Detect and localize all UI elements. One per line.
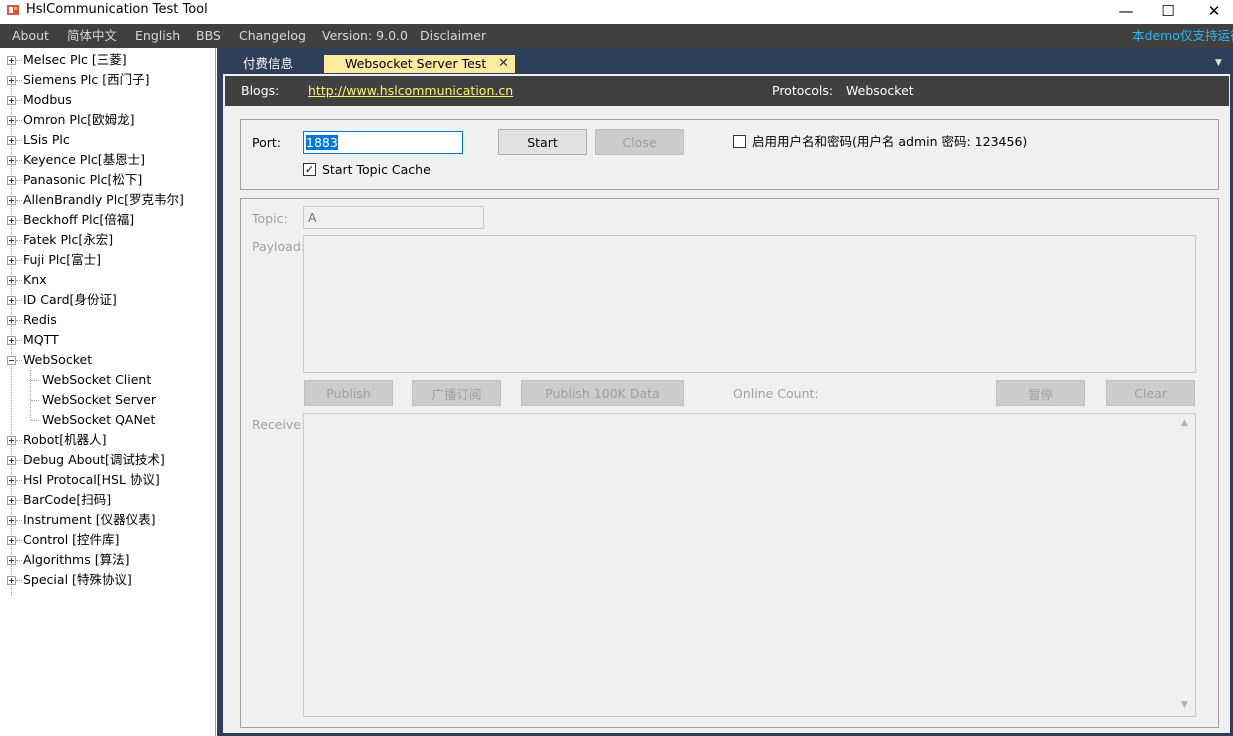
tree-node-ws-qanet[interactable]: WebSocket QANet <box>0 410 215 430</box>
tab-websocket-server-test[interactable]: Websocket Server Test <box>324 55 515 73</box>
tree-node-barcode[interactable]: BarCode[扫码] <box>0 490 215 510</box>
blogs-label: Blogs: <box>241 83 280 98</box>
topic-input[interactable]: A <box>303 206 484 229</box>
expand-icon[interactable] <box>7 256 16 265</box>
menu-notice: 本demo仅支持运行 <box>1132 28 1233 43</box>
protocols-label: Protocols: <box>772 83 834 98</box>
title-bar: HslCommunication Test Tool — ☐ ✕ <box>0 0 1233 24</box>
menu-about[interactable]: About <box>12 24 49 48</box>
publish-button[interactable]: Publish <box>304 380 393 406</box>
window-title: HslCommunication Test Tool <box>26 2 208 17</box>
auth-checkbox[interactable] <box>733 135 746 148</box>
expand-icon[interactable] <box>7 276 16 285</box>
start-button[interactable]: Start <box>498 129 587 155</box>
receive-textarea[interactable] <box>303 413 1196 717</box>
expand-icon[interactable] <box>7 576 16 585</box>
port-input[interactable]: 1883 <box>303 131 463 154</box>
blogs-link[interactable]: http://www.hslcommunication.cn <box>308 83 513 99</box>
topic-cache-label: Start Topic Cache <box>322 162 431 177</box>
port-label: Port: <box>252 135 281 150</box>
pause-button[interactable]: 暂停 <box>996 380 1085 406</box>
tab-dropdown-icon[interactable]: ▼ <box>1215 58 1227 70</box>
tree-node-algorithms[interactable]: Algorithms [算法] <box>0 550 215 570</box>
minimize-icon[interactable]: — <box>1103 0 1149 22</box>
publish-100k-button[interactable]: Publish 100K Data <box>521 380 684 406</box>
menu-chinese[interactable]: 简体中文 <box>67 24 117 48</box>
menu-version[interactable]: Version: 9.0.0 <box>322 24 408 48</box>
tree-node-special[interactable]: Special [特殊协议] <box>0 570 215 590</box>
menu-bbs[interactable]: BBS <box>196 24 221 48</box>
expand-icon[interactable] <box>7 176 16 185</box>
expand-icon[interactable] <box>7 516 16 525</box>
expand-icon[interactable] <box>7 56 16 65</box>
expand-icon[interactable] <box>7 236 16 245</box>
expand-icon[interactable] <box>7 536 16 545</box>
tree-node-fatek[interactable]: Fatek Plc[永宏] <box>0 230 215 250</box>
scroll-up-icon[interactable]: ▲ <box>1181 418 1188 428</box>
expand-icon[interactable] <box>7 116 16 125</box>
tab-close-icon[interactable]: ✕ <box>498 55 509 73</box>
online-count-label: Online Count: <box>733 386 819 401</box>
server-settings-group <box>240 119 1219 190</box>
protocols-value: Websocket <box>846 83 914 98</box>
tree-node-control[interactable]: Control [控件库] <box>0 530 215 550</box>
clear-button[interactable]: Clear <box>1106 380 1195 406</box>
tree-node-beckhoff[interactable]: Beckhoff Plc[倍福] <box>0 210 215 230</box>
menu-changelog[interactable]: Changelog <box>239 24 306 48</box>
menu-english[interactable]: English <box>135 24 180 48</box>
menu-disclaimer[interactable]: Disclaimer <box>420 24 486 48</box>
close-window-icon[interactable]: ✕ <box>1191 0 1233 22</box>
maximize-icon[interactable]: ☐ <box>1145 0 1191 22</box>
expand-icon[interactable] <box>7 136 16 145</box>
tree-node-hsl[interactable]: Hsl Protocal[HSL 协议] <box>0 470 215 490</box>
tree-node-omron[interactable]: Omron Plc[欧姆龙] <box>0 110 215 130</box>
tree-node-ws-client[interactable]: WebSocket Client <box>0 370 215 390</box>
tree-node-siemens[interactable]: Siemens Plc [西门子] <box>0 70 215 90</box>
expand-icon[interactable] <box>7 456 16 465</box>
tree-node-fuji[interactable]: Fuji Plc[富士] <box>0 250 215 270</box>
expand-icon[interactable] <box>7 556 16 565</box>
port-value: 1883 <box>306 135 338 150</box>
topic-label: Topic: <box>252 211 288 226</box>
collapse-icon[interactable] <box>7 356 16 365</box>
tree-node-instrument[interactable]: Instrument [仪器仪表] <box>0 510 215 530</box>
expand-icon[interactable] <box>7 436 16 445</box>
payload-textarea[interactable] <box>303 235 1196 373</box>
expand-icon[interactable] <box>7 316 16 325</box>
broadcast-button[interactable]: 广播订阅 <box>412 380 501 406</box>
payload-label: Payload: <box>252 239 305 254</box>
app-icon <box>7 5 19 15</box>
scroll-down-icon[interactable]: ▼ <box>1181 700 1188 710</box>
expand-icon[interactable] <box>7 96 16 105</box>
expand-icon[interactable] <box>7 296 16 305</box>
tree-node-mqtt[interactable]: MQTT <box>0 330 215 350</box>
tree-node-idcard[interactable]: ID Card[身份证] <box>0 290 215 310</box>
expand-icon[interactable] <box>7 476 16 485</box>
tree-node-knx[interactable]: Knx <box>0 270 215 290</box>
tree-node-lsis[interactable]: LSis Plc <box>0 130 215 150</box>
device-tree[interactable]: Melsec Plc [三菱] Siemens Plc [西门子] Modbus… <box>0 48 216 736</box>
expand-icon[interactable] <box>7 196 16 205</box>
expand-icon[interactable] <box>7 76 16 85</box>
close-button[interactable]: Close <box>595 129 684 155</box>
tree-node-websocket[interactable]: WebSocket <box>0 350 215 370</box>
tree-node-ws-server[interactable]: WebSocket Server <box>0 390 215 410</box>
tree-node-melsec[interactable]: Melsec Plc [三菱] <box>0 50 215 70</box>
tree-node-redis[interactable]: Redis <box>0 310 215 330</box>
menu-bar: About 简体中文 English BBS Changelog Version… <box>0 24 1233 48</box>
auth-checkbox-label: 启用用户名和密码(用户名 admin 密码: 123456) <box>752 134 1028 149</box>
expand-icon[interactable] <box>7 336 16 345</box>
receive-label: Receive: <box>252 417 306 432</box>
expand-icon[interactable] <box>7 496 16 505</box>
expand-icon[interactable] <box>7 216 16 225</box>
tab-paid-info[interactable]: 付费信息 <box>223 55 323 73</box>
topic-cache-checkbox[interactable]: ✓ <box>303 163 316 176</box>
expand-icon[interactable] <box>7 156 16 165</box>
tree-node-debug[interactable]: Debug About[调试技术] <box>0 450 215 470</box>
tree-node-allenbradly[interactable]: AllenBrandly Plc[罗克韦尔] <box>0 190 215 210</box>
tree-node-keyence[interactable]: Keyence Plc[基恩士] <box>0 150 215 170</box>
tree-node-robot[interactable]: Robot[机器人] <box>0 430 215 450</box>
tree-node-panasonic[interactable]: Panasonic Plc[松下] <box>0 170 215 190</box>
tree-node-modbus[interactable]: Modbus <box>0 90 215 110</box>
